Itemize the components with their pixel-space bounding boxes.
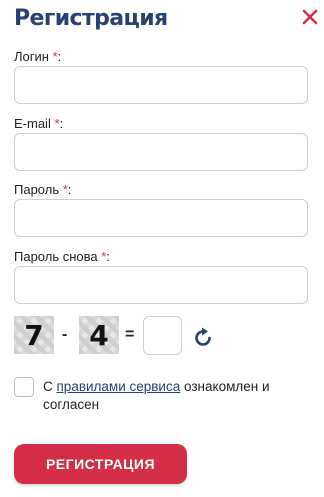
close-icon[interactable] (301, 8, 319, 26)
captcha-operator: - (62, 326, 68, 343)
captcha-answer-input[interactable] (143, 316, 182, 355)
agreement-text: С правилами сервиса ознакомлен и согласе… (43, 379, 270, 412)
password-repeat-label: Пароль снова *: (14, 249, 110, 264)
password-label: Пароль *: (14, 182, 72, 197)
captcha-digit-second: 4 (79, 316, 119, 354)
password-field[interactable] (14, 199, 308, 237)
agreement-checkbox[interactable] (14, 377, 34, 397)
password-repeat-field[interactable] (14, 266, 308, 304)
refresh-icon[interactable] (192, 326, 214, 348)
login-label: Логин *: (14, 49, 62, 64)
page-title: Регистрация (14, 6, 168, 31)
rules-link[interactable]: правилами сервиса (57, 379, 181, 394)
email-label: E-mail *: (14, 116, 64, 131)
register-button[interactable]: РЕГИСТРАЦИЯ (14, 444, 187, 484)
login-field[interactable] (14, 66, 308, 104)
captcha-equals: = (125, 326, 135, 343)
email-field[interactable] (14, 133, 308, 171)
captcha-digit-first: 7 (14, 316, 54, 354)
